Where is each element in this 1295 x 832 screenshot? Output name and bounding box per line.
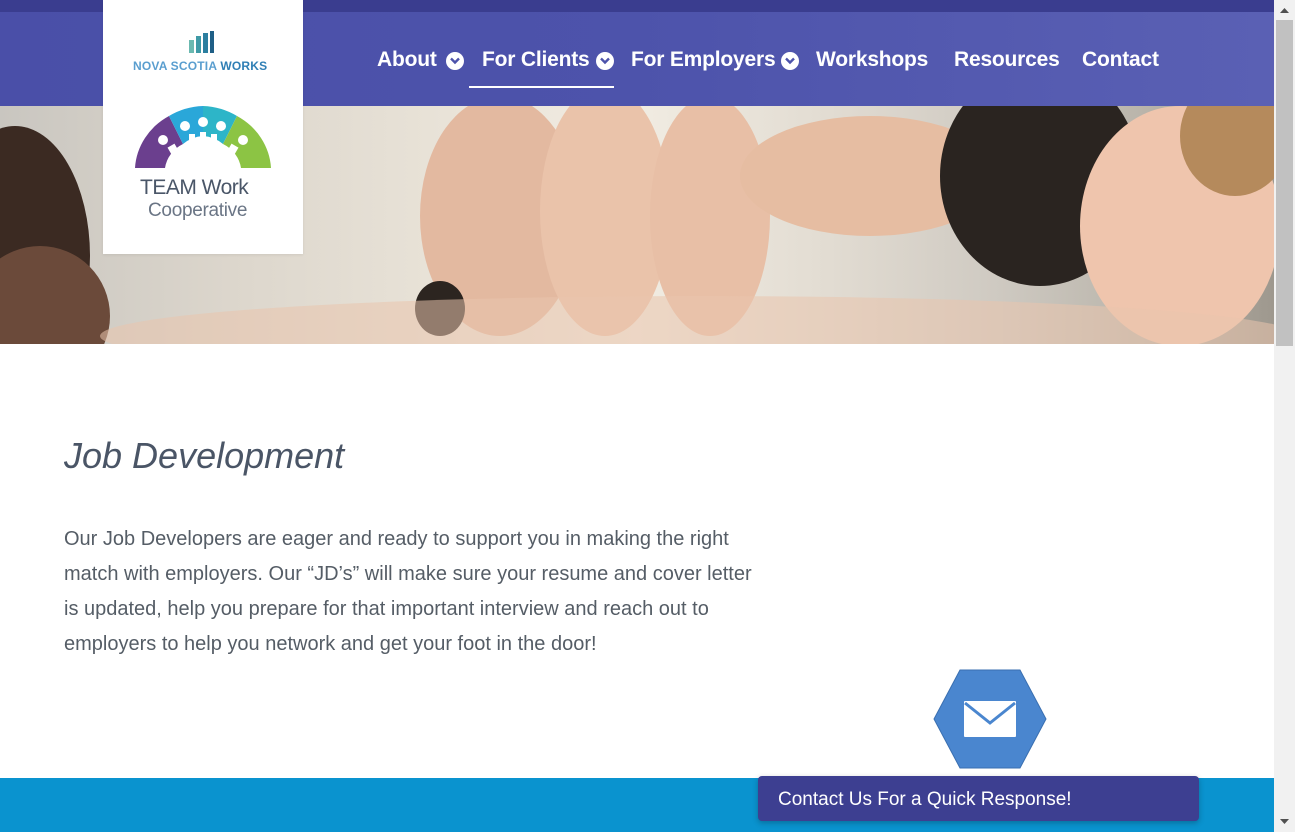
nav-item-label: About [377, 48, 437, 71]
nav-item-label: Workshops [816, 48, 929, 71]
nav-item-resources[interactable]: Resources [954, 48, 1060, 98]
active-nav-underline [469, 86, 614, 88]
nova-scotia-works-wordmark: NOVA SCOTIA WORKS [133, 59, 267, 73]
nsw-text-1: NOVA SCOTIA [133, 59, 217, 73]
team-work-logo-icon [135, 106, 271, 169]
chevron-down-icon[interactable] [446, 52, 464, 70]
contact-bar-label: Contact Us For a Quick Response! [778, 789, 1072, 810]
page-title: Job Development [64, 435, 345, 476]
job-development-description: Our Job Developers are eager and ready t… [64, 528, 752, 655]
nav-item-contact[interactable]: Contact [1082, 48, 1159, 98]
chevron-down-icon[interactable] [781, 52, 799, 70]
team-work-title: TEAM Work [140, 176, 249, 199]
nova-scotia-works-logo-icon [189, 31, 214, 53]
vertical-scrollbar[interactable] [1274, 0, 1295, 832]
chevron-down-icon[interactable] [596, 52, 614, 70]
contact-envelope-button[interactable] [932, 668, 1048, 770]
scroll-up-arrow-icon[interactable] [1274, 2, 1295, 19]
nav-item-for-employers[interactable]: For Employers [631, 48, 799, 98]
nav-item-for-clients[interactable]: For Clients [482, 48, 614, 98]
nav-item-label: For Clients [482, 48, 590, 71]
envelope-icon [964, 701, 1016, 737]
scroll-down-arrow-icon[interactable] [1274, 813, 1295, 830]
site-logo[interactable]: NOVA SCOTIA WORKS TEAM Work Cooperative [103, 0, 303, 254]
nav-item-label: Contact [1082, 48, 1159, 71]
nav-item-label: For Employers [631, 48, 776, 71]
team-work-subtitle: Cooperative [148, 200, 248, 221]
nav-item-about[interactable]: About [377, 48, 464, 98]
nav-item-workshops[interactable]: Workshops [816, 48, 928, 98]
scrollbar-thumb[interactable] [1276, 20, 1293, 346]
nav-item-label: Resources [954, 48, 1060, 71]
nsw-text-2: WORKS [220, 59, 268, 73]
contact-quick-response-button[interactable]: Contact Us For a Quick Response! [758, 776, 1199, 821]
